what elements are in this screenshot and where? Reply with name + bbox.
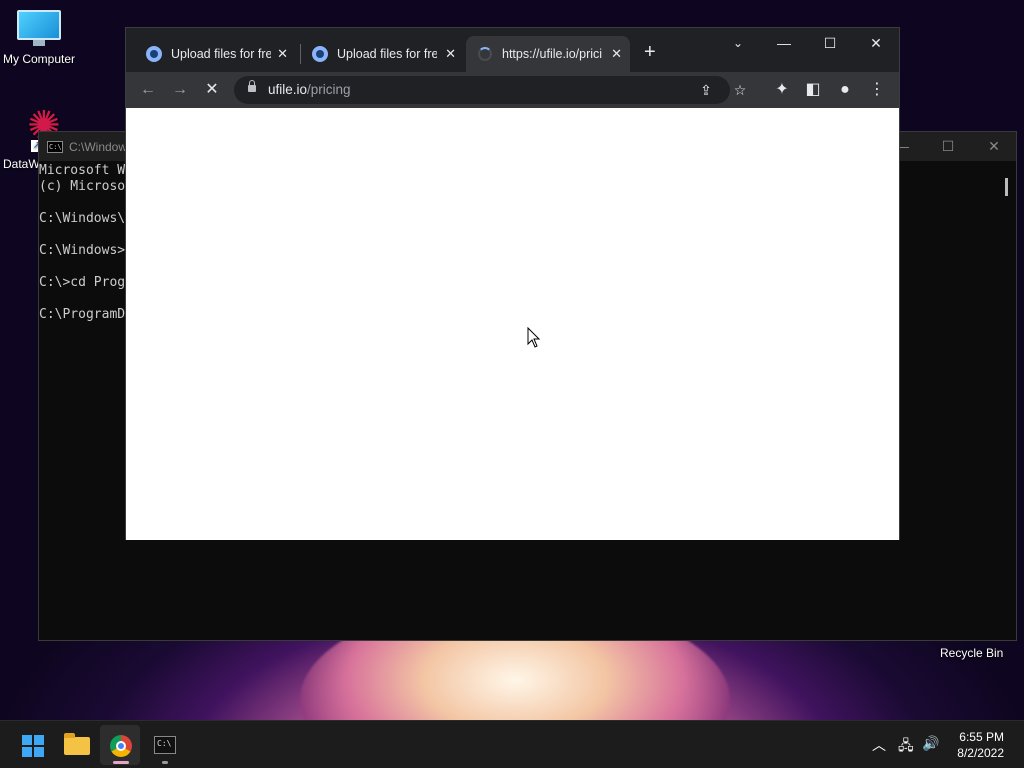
url-text[interactable]: ufile.io/pricing [268,82,351,97]
folder-icon [64,733,90,755]
url-host: ufile.io [268,82,308,97]
browser-tab[interactable]: Upload files for free ✕ [134,36,296,72]
show-hidden-icons-chevron-icon[interactable]: ︿ [872,735,886,755]
bookmark-star-icon[interactable]: ☆ [730,80,750,100]
tab-close-icon[interactable]: ✕ [611,46,622,62]
clock-date: 8/2/2022 [957,746,1004,760]
maximize-button[interactable]: ☐ [925,132,971,161]
network-icon[interactable]: 🖧 [898,735,914,759]
cmd-scrollbar[interactable] [1005,178,1008,196]
address-bar[interactable]: ufile.io/pricing ⇪ [234,76,730,104]
windows-logo-icon [22,735,44,757]
tab-title: Upload files for free [337,47,437,61]
menu-kebab-icon[interactable]: ⋮ [866,79,888,101]
minimize-button[interactable]: — [761,28,807,58]
tab-strip: Upload files for free ✕ Upload files for… [126,28,899,72]
file-explorer-button[interactable] [56,725,96,765]
tab-title: https://ufile.io/pricing [502,47,602,61]
forward-icon[interactable]: → [169,79,191,101]
browser-tab-active[interactable]: https://ufile.io/pricing ✕ [466,36,630,72]
maximize-button[interactable]: ☐ [807,28,853,58]
desktop-icon-label: DataW [3,157,40,171]
mouse-cursor-icon [527,327,541,348]
close-button[interactable]: ✕ [971,132,1017,161]
cmd-window-title: C:\Window [69,139,128,154]
extensions-puzzle-icon[interactable]: ✦ [771,79,793,101]
running-indicator [113,761,129,764]
ufile-favicon-icon [312,46,328,62]
browser-toolbar: ← → ✕ ufile.io/pricing ⇪ ☆ ✦ ◧ ● ⋮ [126,72,899,108]
chrome-taskbar-button[interactable] [100,725,140,765]
start-button[interactable] [12,725,52,765]
monitor-icon [17,10,61,46]
lock-icon[interactable] [248,80,256,92]
close-button[interactable]: ✕ [853,28,899,58]
stop-loading-icon[interactable]: ✕ [201,79,223,101]
profile-avatar-icon[interactable]: ● [834,79,856,101]
cmd-app-icon: C:\ [47,140,63,153]
tab-title: Upload files for free [171,47,271,61]
tab-close-icon[interactable]: ✕ [277,46,288,62]
desktop-icon-recycle-bin[interactable]: Recycle Bin [940,646,1003,660]
volume-icon[interactable]: 🔊 [922,735,939,752]
running-indicator [162,761,168,764]
back-icon[interactable]: ← [137,79,159,101]
clock-time: 6:55 PM [959,730,1004,744]
chrome-window[interactable]: Upload files for free ✕ Upload files for… [125,27,900,540]
command-prompt-icon: C:\ [154,736,176,754]
new-tab-button[interactable]: + [644,42,656,62]
tab-search-chevron-icon[interactable]: ⌄ [715,28,761,58]
ufile-favicon-icon [146,46,162,62]
browser-tab[interactable]: Upload files for free ✕ [300,36,464,72]
system-clock[interactable]: 6:55 PM 8/2/2022 [957,729,1004,761]
terminal-taskbar-button[interactable]: C:\ [144,725,184,765]
tab-close-icon[interactable]: ✕ [445,46,456,62]
taskbar: C:\ ︿ 🖧 🔊 6:55 PM 8/2/2022 [0,720,1024,768]
page-content[interactable] [126,108,899,540]
loading-spinner-icon [478,47,492,61]
side-panel-icon[interactable]: ◧ [802,79,824,101]
share-icon[interactable]: ⇪ [696,80,716,100]
chrome-icon [110,735,132,757]
desktop-icon-label: My Computer [2,52,76,66]
url-path: /pricing [307,82,351,97]
desktop-icon-my-computer[interactable]: My Computer [0,10,78,66]
